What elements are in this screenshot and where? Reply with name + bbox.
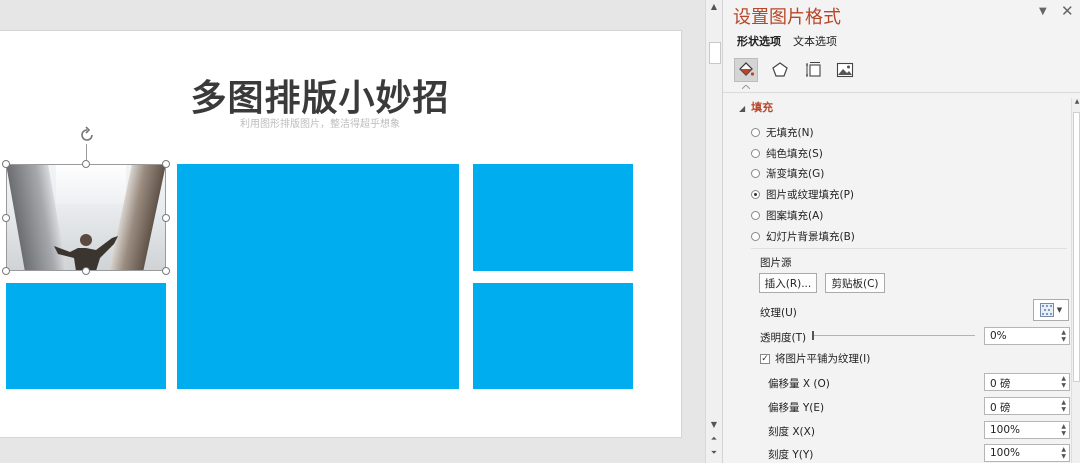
radio-solid-fill[interactable]: 纯色填充(S) (751, 146, 823, 161)
radio-label: 图片或纹理填充(P) (766, 189, 855, 201)
scroll-down-arrow-icon[interactable]: ▼ (706, 420, 722, 429)
picture-source-label: 图片源 (760, 257, 792, 269)
slide-subtitle[interactable]: 利用图形排版图片，整洁得超乎想象 (0, 115, 640, 130)
offset-y-spinner[interactable]: 0 磅 ▲ ▼ (984, 397, 1070, 415)
transparency-slider-track[interactable] (813, 335, 975, 336)
resize-handle-right[interactable] (162, 214, 170, 222)
resize-handle-bottom-right[interactable] (162, 267, 170, 275)
radio-button[interactable] (751, 211, 760, 220)
resize-handle-top[interactable] (82, 160, 90, 168)
fill-line-icon[interactable] (734, 58, 758, 82)
slide-canvas-area[interactable]: 多图排版小妙招 利用图形排版图片，整洁得超乎想象 (0, 0, 705, 463)
resize-handle-top-left[interactable] (2, 160, 10, 168)
radio-button[interactable] (751, 169, 760, 178)
radio-button-selected[interactable] (751, 190, 760, 199)
offset-y-label: 偏移量 Y(E) (768, 402, 825, 414)
blue-rectangle-bottom-right[interactable] (473, 283, 633, 389)
next-slide-icon[interactable]: ⏷ (706, 448, 722, 458)
blue-rectangle-bottom-left[interactable] (6, 283, 166, 389)
resize-handle-bottom[interactable] (82, 267, 90, 275)
picture-icon[interactable] (833, 58, 857, 82)
slide[interactable]: 多图排版小妙招 利用图形排版图片，整洁得超乎想象 (0, 31, 681, 437)
insert-picture-button[interactable]: 插入(R)... (759, 273, 817, 293)
slide-title[interactable]: 多图排版小妙招 (0, 69, 640, 121)
spinner-value[interactable]: 0 磅 (990, 400, 1011, 415)
spinner-down-icon[interactable]: ▼ (1061, 407, 1066, 413)
pane-vertical-scrollbar[interactable]: ▲ (1071, 98, 1080, 463)
section-separator (751, 248, 1067, 249)
radio-slide-background-fill[interactable]: 幻灯片背景填充(B) (751, 229, 855, 244)
radio-picture-texture-fill[interactable]: 图片或纹理填充(P) (751, 187, 854, 202)
pane-scrollbar-thumb[interactable] (1073, 112, 1080, 382)
tile-picture-checkbox-row[interactable]: ✓ 将图片平铺为纹理(I) (760, 351, 870, 366)
format-picture-pane: 设置图片格式 ▼ ✕ 形状选项 文本选项 ◢ 填充 无填充(N) 纯色填充(S) … (722, 0, 1080, 463)
radio-label: 渐变填充(G) (766, 168, 825, 180)
spinner-value[interactable]: 100% (990, 424, 1020, 436)
spinner-down-icon[interactable]: ▼ (1061, 337, 1066, 343)
previous-slide-icon[interactable]: ⏶ (706, 434, 722, 444)
scale-y-label: 刻度 Y(Y) (768, 449, 814, 461)
radio-no-fill[interactable]: 无填充(N) (751, 125, 814, 140)
checkbox-checked[interactable]: ✓ (760, 353, 770, 364)
fill-header-label: 填充 (751, 101, 774, 114)
scale-x-label: 刻度 X(X) (768, 426, 815, 438)
size-layout-icon[interactable] (802, 58, 826, 82)
spinner-value[interactable]: 0 磅 (990, 376, 1011, 391)
radio-button[interactable] (751, 232, 760, 241)
photo-sky (56, 164, 126, 204)
rotate-handle-icon[interactable] (78, 126, 96, 144)
slide-vertical-scrollbar[interactable]: ▲ ▼ ⏶ ⏷ (705, 0, 722, 463)
offset-x-spinner[interactable]: 0 磅 ▲ ▼ (984, 373, 1070, 391)
clipboard-button[interactable]: 剪贴板(C) (825, 273, 885, 293)
scale-y-spinner[interactable]: 100% ▲ ▼ (984, 444, 1070, 462)
texture-picker-button[interactable]: ▼ (1033, 299, 1069, 321)
scale-x-spinner[interactable]: 100% ▲ ▼ (984, 421, 1070, 439)
spinner-down-icon[interactable]: ▼ (1061, 431, 1066, 437)
fill-section-header[interactable]: ◢ 填充 (739, 99, 773, 115)
effects-icon[interactable] (768, 58, 792, 82)
spinner-down-icon[interactable]: ▼ (1061, 454, 1066, 460)
spinner-value[interactable]: 0% (990, 330, 1007, 342)
radio-label: 图案填充(A) (766, 210, 824, 222)
scrollbar-thumb[interactable] (709, 42, 721, 64)
radio-gradient-fill[interactable]: 渐变填充(G) (751, 166, 824, 181)
close-icon[interactable]: ✕ (1061, 2, 1074, 20)
radio-pattern-fill[interactable]: 图案填充(A) (751, 208, 823, 223)
radio-button[interactable] (751, 128, 760, 137)
texture-label: 纹理(U) (760, 307, 797, 319)
selected-picture-shape[interactable] (6, 164, 166, 271)
blue-rectangle-top-right[interactable] (473, 164, 633, 271)
scroll-up-arrow-icon[interactable]: ▲ (706, 2, 722, 11)
spinner-value[interactable]: 100% (990, 447, 1020, 459)
pane-menu-dropdown-icon[interactable]: ▼ (1039, 6, 1047, 17)
offset-x-label: 偏移量 X (O) (768, 378, 830, 390)
pane-divider (723, 92, 1080, 93)
tile-label: 将图片平铺为纹理(I) (775, 353, 871, 365)
resize-handle-bottom-left[interactable] (2, 267, 10, 275)
spinner-down-icon[interactable]: ▼ (1061, 383, 1066, 389)
photo-person-icon (54, 234, 118, 271)
radio-label: 纯色填充(S) (766, 148, 823, 160)
texture-swatch-icon (1039, 303, 1054, 317)
chevron-down-icon: ▼ (1056, 306, 1063, 314)
transparency-slider-knob[interactable] (812, 331, 814, 340)
radio-button[interactable] (751, 149, 760, 158)
transparency-spinner[interactable]: 0% ▲ ▼ (984, 327, 1070, 345)
scroll-up-arrow-icon[interactable]: ▲ (1072, 98, 1080, 105)
pane-title: 设置图片格式 (733, 7, 841, 28)
radio-label: 无填充(N) (766, 127, 814, 139)
transparency-label: 透明度(T) (760, 332, 807, 344)
tab-text-options[interactable]: 文本选项 (793, 33, 837, 49)
blue-rectangle-center[interactable] (177, 164, 459, 389)
radio-label: 幻灯片背景填充(B) (766, 231, 855, 243)
collapse-triangle-icon: ◢ (739, 104, 746, 113)
resize-handle-top-right[interactable] (162, 160, 170, 168)
resize-handle-left[interactable] (2, 214, 10, 222)
tab-shape-options[interactable]: 形状选项 (737, 33, 781, 49)
active-category-indicator (742, 85, 750, 89)
